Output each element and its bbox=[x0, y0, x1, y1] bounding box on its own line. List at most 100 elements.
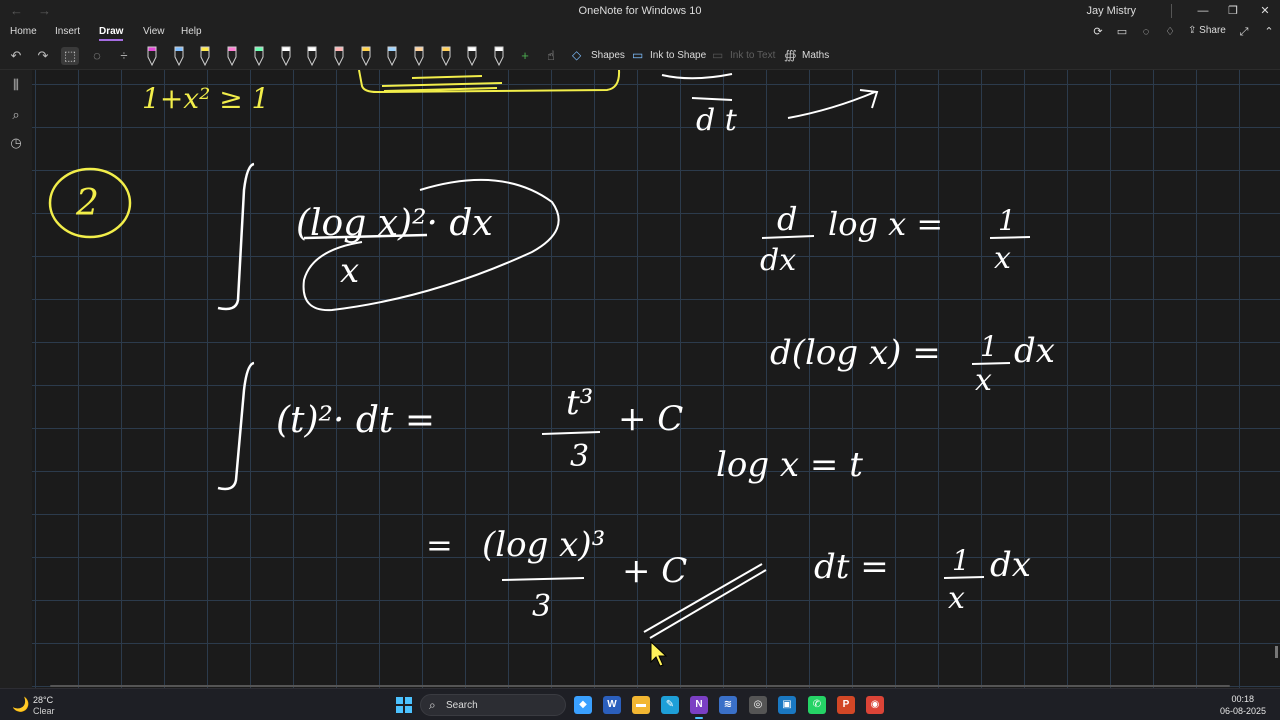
vertical-scrollbar[interactable] bbox=[1275, 646, 1278, 658]
fraction-bar-3 bbox=[989, 236, 1031, 239]
pen-5[interactable] bbox=[252, 45, 266, 67]
share-label: Share bbox=[1199, 25, 1226, 36]
tab-draw[interactable]: Draw bbox=[99, 26, 124, 41]
clock-date[interactable]: 06-08-2025 bbox=[1220, 706, 1266, 716]
close-button[interactable]: ✕ bbox=[1250, 2, 1280, 20]
pen-13[interactable] bbox=[465, 45, 479, 67]
pen-9[interactable] bbox=[359, 45, 373, 67]
taskbar-app-8-icon[interactable]: ▣ bbox=[778, 696, 796, 714]
tab-insert[interactable]: Insert bbox=[55, 26, 80, 37]
minimize-button[interactable]: — bbox=[1188, 2, 1218, 20]
lasso-select-icon[interactable]: ◌ bbox=[88, 47, 106, 65]
bell-icon[interactable]: ♢ bbox=[1163, 25, 1177, 39]
add-space-icon[interactable]: ÷ bbox=[115, 47, 133, 65]
integral-sign-1 bbox=[217, 162, 255, 311]
fraction-bar-2 bbox=[761, 235, 815, 239]
pen-7[interactable] bbox=[305, 45, 319, 67]
search-glass-icon: ⌕ bbox=[429, 698, 436, 712]
pen-icon bbox=[227, 46, 237, 67]
step-1-den: 3 bbox=[570, 439, 589, 474]
pen-icon bbox=[200, 46, 210, 67]
pen-icon bbox=[307, 46, 317, 67]
tab-help[interactable]: Help bbox=[181, 26, 202, 37]
undo-icon[interactable]: ↶ bbox=[7, 47, 25, 65]
taskbar-app-10-icon[interactable]: P bbox=[837, 696, 855, 714]
pen-icon bbox=[441, 46, 451, 67]
dt-lhs: dt = bbox=[814, 547, 889, 587]
fullscreen-icon[interactable]: ⤢ bbox=[1237, 25, 1251, 39]
pen-4[interactable] bbox=[225, 45, 239, 67]
problem-denominator: x bbox=[340, 251, 359, 291]
ink-to-shape-button[interactable]: Ink to Shape bbox=[650, 50, 706, 61]
pen-11[interactable] bbox=[412, 45, 426, 67]
page-view-icon[interactable]: ▭ bbox=[1115, 25, 1129, 39]
pen-10[interactable] bbox=[385, 45, 399, 67]
recent-notes-icon[interactable]: ◷ bbox=[7, 134, 25, 152]
yellow-inequality: 1+x² ≥ 1 bbox=[142, 82, 269, 115]
taskbar-app-9-icon[interactable]: ✆ bbox=[808, 696, 826, 714]
step-1-tail: + C bbox=[618, 399, 683, 439]
note-canvas[interactable]: 1+x² ≥ 1 2 d t (log x)²· dx x d dx log x… bbox=[32, 70, 1280, 688]
weather-temperature[interactable]: 28°C bbox=[33, 695, 53, 705]
left-navigation-rail: ⫼ ⌕ ◷ bbox=[0, 70, 32, 688]
pen-14[interactable] bbox=[492, 45, 506, 67]
taskbar-app-11-icon[interactable]: ◉ bbox=[866, 696, 884, 714]
substitution: log x = t bbox=[716, 445, 863, 485]
rule-1-mid: log x = bbox=[828, 205, 943, 243]
user-name[interactable]: Jay Mistry bbox=[1087, 5, 1137, 17]
pen-12[interactable] bbox=[439, 45, 453, 67]
start-button[interactable] bbox=[396, 697, 412, 713]
lightbulb-icon[interactable]: ◌ bbox=[1139, 25, 1153, 39]
ink-layer: 1+x² ≥ 1 2 d t (log x)²· dx x d dx log x… bbox=[48, 70, 1055, 667]
shapes-button[interactable]: Shapes bbox=[591, 50, 625, 61]
touch-draw-icon[interactable]: ☝ bbox=[542, 47, 560, 65]
draw-toolbar: ↶ ↷ ⬚ ◌ ÷ + ☝ ◇ Shapes ▭ Ink to Shape ▭ … bbox=[0, 42, 1280, 70]
pen-1[interactable] bbox=[145, 45, 159, 67]
pen-8[interactable] bbox=[332, 45, 346, 67]
select-objects-icon[interactable]: ⬚ bbox=[61, 47, 79, 65]
maths-button[interactable]: Maths bbox=[802, 50, 829, 61]
step-2-tail: + C bbox=[622, 551, 687, 591]
taskbar-app-3-icon[interactable]: ▬ bbox=[632, 696, 650, 714]
pen-icon bbox=[387, 46, 397, 67]
pen-3[interactable] bbox=[198, 45, 212, 67]
circled-number: 2 bbox=[75, 183, 99, 224]
rule-2-num: 1 bbox=[980, 330, 998, 363]
collapse-ribbon-icon[interactable]: ⌃ bbox=[1262, 25, 1276, 39]
taskbar-app-6-icon[interactable]: ≋ bbox=[719, 696, 737, 714]
tab-view[interactable]: View bbox=[143, 26, 165, 37]
taskbar-search[interactable]: ⌕ Search bbox=[420, 694, 566, 716]
maximize-button[interactable]: ❐ bbox=[1218, 2, 1248, 20]
taskbar-app-2-icon[interactable]: W bbox=[603, 696, 621, 714]
step-2-num: (log x)³ bbox=[482, 525, 605, 565]
pen-6[interactable] bbox=[279, 45, 293, 67]
deriv-fragment: d t bbox=[696, 103, 738, 138]
dt-num: 1 bbox=[952, 544, 970, 577]
weather-description[interactable]: Clear bbox=[33, 706, 55, 716]
search-icon[interactable]: ⌕ bbox=[7, 106, 25, 124]
pen-icon bbox=[147, 46, 157, 67]
windows-taskbar: 🌙 28°C Clear ⌕ Search ◆ W ▬ ✎ N ≋ ◎ ▣ ✆ P ◉ 00:18 … bbox=[0, 688, 1280, 720]
horizontal-scrollbar[interactable] bbox=[50, 685, 1230, 687]
clock-time[interactable]: 00:18 bbox=[1231, 694, 1254, 704]
tab-home[interactable]: Home bbox=[10, 26, 37, 37]
redo-icon[interactable]: ↷ bbox=[34, 47, 52, 65]
taskbar-app-4-icon[interactable]: ✎ bbox=[661, 696, 679, 714]
taskbar-app-5-icon[interactable]: N bbox=[690, 696, 708, 719]
ink-to-text-button[interactable]: Ink to Text bbox=[730, 50, 775, 61]
taskbar-app-1-icon[interactable]: ◆ bbox=[574, 696, 592, 714]
curved-arrow bbox=[787, 89, 879, 119]
moon-weather-icon[interactable]: 🌙 bbox=[12, 696, 29, 713]
integral-sign-2 bbox=[217, 361, 255, 491]
pen-icon bbox=[174, 46, 184, 67]
pen-2[interactable] bbox=[172, 45, 186, 67]
sync-icon[interactable]: ⟳ bbox=[1091, 25, 1105, 39]
notebooks-icon[interactable]: ⫼ bbox=[7, 76, 25, 94]
dt-den: x bbox=[948, 581, 965, 616]
ink-to-text-icon: ▭ bbox=[712, 48, 724, 62]
share-button[interactable]: ⇪ Share bbox=[1188, 25, 1226, 36]
add-pen-icon[interactable]: + bbox=[516, 47, 534, 65]
taskbar-app-7-icon[interactable]: ◎ bbox=[749, 696, 767, 714]
rule-1-rhs-den: x bbox=[994, 241, 1011, 276]
cursor-icon bbox=[650, 640, 668, 667]
